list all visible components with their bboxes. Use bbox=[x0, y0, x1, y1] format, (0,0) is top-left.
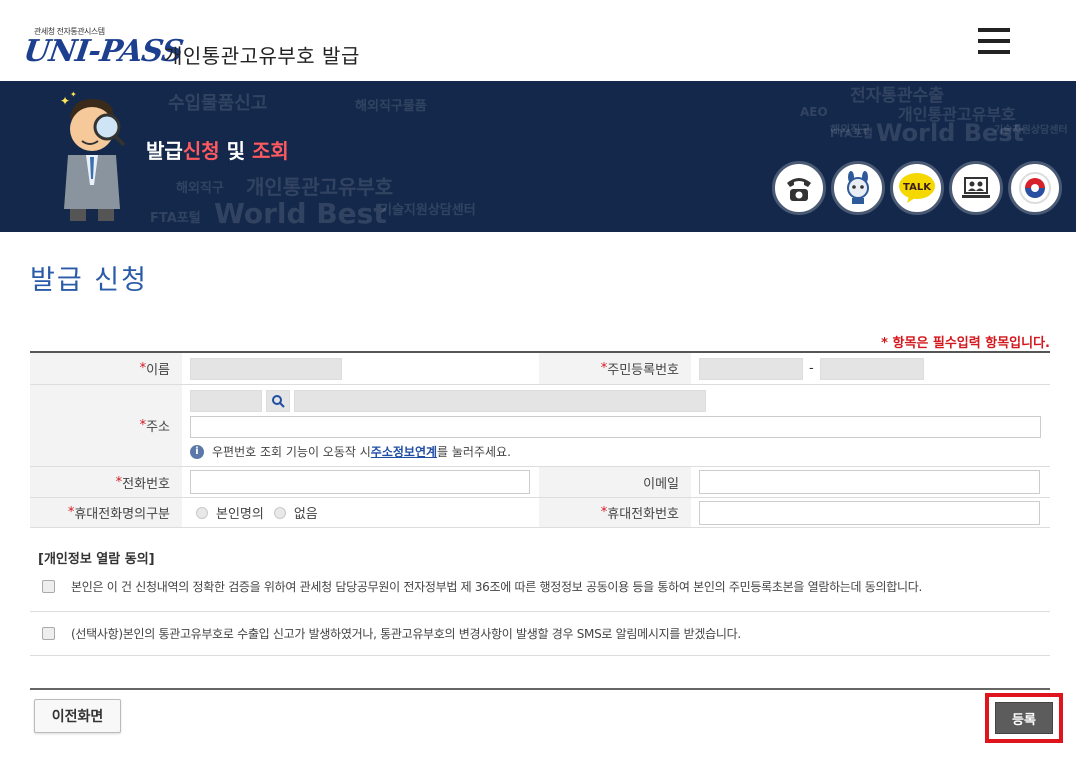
address-info-end: 를 눌러주세요. bbox=[437, 445, 511, 459]
phone-label-text: 전화번호 bbox=[122, 476, 170, 492]
banner-title: 발급신청 및 조회 bbox=[146, 135, 289, 164]
required-note: * 항목은 필수입력 항목입니다. bbox=[881, 336, 1050, 351]
form-row-mobile: * 휴대전화명의구분 본인명의 없음 * 휴대전화번호 bbox=[30, 498, 1050, 528]
info-icon: i bbox=[190, 444, 204, 459]
phone-cell bbox=[182, 467, 539, 497]
rrn-cell: - bbox=[691, 353, 1050, 384]
rrn-label: * 주민등록번호 bbox=[539, 353, 691, 384]
form-row-name: * 이름 * 주민등록번호 - bbox=[30, 353, 1050, 385]
banner-bg-word: 해외직구물품 bbox=[355, 99, 427, 114]
address-cell: i 우편번호 조회 기능이 오동작 시 주소정보연계 를 눌러주세요. bbox=[182, 385, 1050, 466]
postcode-input[interactable] bbox=[190, 390, 262, 412]
banner-bg-word: 기술지원상담센터 bbox=[380, 203, 476, 218]
previous-button[interactable]: 이전화면 bbox=[34, 699, 121, 733]
phone-label: * 전화번호 bbox=[30, 467, 182, 497]
radio-none-label: 없음 bbox=[293, 507, 318, 522]
radio-none[interactable] bbox=[273, 506, 286, 519]
form-row-phone: * 전화번호 이메일 bbox=[30, 467, 1050, 498]
email-cell bbox=[691, 467, 1050, 497]
address-info: i 우편번호 조회 기능이 오동작 시 주소정보연계 를 눌러주세요. bbox=[190, 443, 1042, 460]
unipass-logo[interactable]: UNI-PASS bbox=[22, 34, 185, 69]
radio-self-label: 본인명의 bbox=[216, 507, 264, 522]
consent-item-2: (선택사항)본인의 통관고유부호로 수출입 신고가 발생하였거나, 통관고유부호… bbox=[30, 612, 1050, 656]
consent-item-1: 본인은 이 건 신청내역의 정확한 검증을 위하여 관세청 담당공무원이 전자정… bbox=[30, 562, 1050, 612]
email-input[interactable] bbox=[699, 470, 1040, 494]
banner-bg-word: 수입물품신고 bbox=[168, 93, 268, 114]
mobile-input[interactable] bbox=[699, 500, 1040, 525]
government-emblem-icon[interactable] bbox=[1008, 161, 1062, 215]
consent-checkbox-1[interactable] bbox=[42, 580, 55, 593]
mobile-type-label-text: 휴대전화명의구분 bbox=[74, 507, 170, 522]
submit-button[interactable]: 등록 bbox=[995, 702, 1053, 734]
svg-text:TALK: TALK bbox=[903, 182, 932, 193]
consent-checkbox-2[interactable] bbox=[42, 627, 55, 640]
name-input[interactable] bbox=[190, 357, 342, 380]
form-row-address: * 주소 i 우편번호 조회 기능이 오동작 시 주소정보연계 를 눌러주세요. bbox=[30, 385, 1050, 467]
banner-bg-word: 기술지원상담센터 bbox=[994, 125, 1068, 136]
rrn-front-input[interactable] bbox=[699, 357, 803, 380]
address-link[interactable]: 주소정보연계 bbox=[371, 443, 437, 460]
address-base-input[interactable] bbox=[294, 390, 706, 412]
mobile-type-label: * 휴대전화명의구분 bbox=[30, 498, 182, 527]
divider bbox=[30, 688, 1050, 690]
top-bar: 관세청 전자통관시스템 UNI-PASS 개인통관고유부호 발급 bbox=[0, 0, 1076, 81]
consent-text-2: (선택사항)본인의 통관고유부호로 수출입 신고가 발생하였거나, 통관고유부호… bbox=[71, 627, 741, 641]
banner-title-word: 발급 bbox=[146, 139, 183, 163]
phone-icon[interactable] bbox=[772, 161, 826, 215]
address-label: * 주소 bbox=[30, 385, 182, 466]
phone-input[interactable] bbox=[190, 470, 530, 494]
address-line-1 bbox=[190, 390, 1042, 412]
banner-bg-word: FTA포털 bbox=[830, 127, 873, 140]
banner-bg-word: FTA포털 bbox=[150, 211, 201, 226]
consent-text-1: 본인은 이 건 신청내역의 정확한 검증을 위하여 관세청 담당공무원이 전자정… bbox=[71, 580, 923, 594]
address-info-text: 우편번호 조회 기능이 오동작 시 bbox=[212, 445, 371, 459]
mascot-chat-icon[interactable] bbox=[831, 161, 885, 215]
mobile-type-cell: 본인명의 없음 bbox=[182, 498, 539, 527]
submit-highlight: 등록 bbox=[985, 693, 1063, 743]
svg-text:✦: ✦ bbox=[60, 94, 70, 108]
search-icon[interactable] bbox=[266, 390, 290, 412]
site-title: 개인통관고유부호 발급 bbox=[164, 44, 360, 68]
rrn-separator: - bbox=[809, 361, 814, 376]
banner-bg-word: 개인통관고유부호 bbox=[246, 175, 394, 199]
hero-banner: 수입물품신고 해외직구물품 전자통관수출 개인통관고유부호 AEO 해외직구 F… bbox=[0, 81, 1076, 232]
rrn-label-text: 주민등록번호 bbox=[607, 363, 679, 378]
service-icons: TALK bbox=[772, 161, 1062, 215]
radio-self[interactable] bbox=[196, 506, 208, 519]
name-label: * 이름 bbox=[30, 353, 182, 384]
rrn-back-input[interactable] bbox=[819, 357, 924, 380]
name-cell bbox=[182, 353, 539, 384]
address-label-text: 주소 bbox=[146, 420, 170, 435]
address-detail-input[interactable] bbox=[190, 416, 1041, 438]
mobile-cell bbox=[691, 498, 1050, 527]
remote-support-icon[interactable] bbox=[949, 161, 1003, 215]
mobile-label: * 휴대전화번호 bbox=[539, 498, 691, 527]
banner-bg-word: AEO bbox=[800, 105, 828, 119]
banner-title-word: 및 bbox=[219, 139, 252, 163]
kakao-talk-icon[interactable]: TALK bbox=[890, 161, 944, 215]
hamburger-menu-icon[interactable] bbox=[978, 28, 1010, 58]
banner-bg-word: World Best bbox=[214, 197, 387, 230]
page-title: 발급 신청 bbox=[30, 265, 148, 296]
banner-bg-word: 해외직구 bbox=[176, 181, 224, 196]
application-form: * 이름 * 주민등록번호 - * 주소 i 우편번호 조회 기능이 오동작 시 주 bbox=[30, 351, 1050, 528]
name-label-text: 이름 bbox=[146, 363, 170, 378]
mascot-detective-icon: ✦ ✦ bbox=[60, 90, 126, 221]
email-label: 이메일 bbox=[539, 467, 691, 497]
banner-title-highlight: 신청 bbox=[182, 139, 220, 163]
mobile-label-text: 휴대전화번호 bbox=[607, 507, 679, 522]
svg-text:✦: ✦ bbox=[70, 90, 77, 99]
banner-title-highlight: 조회 bbox=[251, 139, 289, 163]
